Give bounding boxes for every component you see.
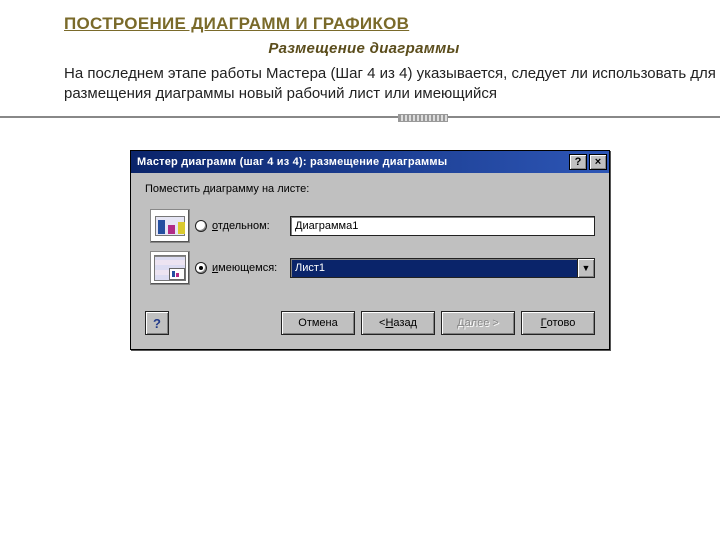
- help-button[interactable]: ?: [145, 311, 169, 335]
- back-button[interactable]: < Назад: [361, 311, 435, 335]
- radio-existing-sheet[interactable]: имеющемся:: [195, 262, 290, 274]
- radio-separate-label: отдельном:: [212, 220, 270, 232]
- option-row-existing: имеющемся: Лист1 ▼: [145, 247, 595, 289]
- separator: [0, 114, 720, 128]
- next-button: Далее >: [441, 311, 515, 335]
- page-subheading: Размещение диаграммы: [64, 40, 664, 57]
- combobox-dropdown-button[interactable]: ▼: [577, 258, 595, 278]
- placement-group-label: Поместить диаграмму на листе:: [145, 183, 595, 195]
- titlebar-help-button[interactable]: ?: [569, 154, 587, 170]
- separate-sheet-name-input[interactable]: Диаграмма1: [290, 216, 595, 236]
- worksheet-icon: [150, 251, 190, 285]
- existing-sheet-combobox[interactable]: Лист1: [290, 258, 577, 278]
- page-body-text: На последнем этапе работы Мастера (Шаг 4…: [64, 64, 720, 103]
- option-row-separate: отдельном: Диаграмма1: [145, 205, 595, 247]
- chart-sheet-icon: [150, 209, 190, 243]
- radio-separate-sheet[interactable]: отдельном:: [195, 220, 290, 232]
- radio-existing-label: имеющемся:: [212, 262, 277, 274]
- resize-grip-icon: [398, 114, 448, 122]
- dialog-title: Мастер диаграмм (шаг 4 из 4): размещение…: [137, 156, 567, 168]
- cancel-button[interactable]: Отмена: [281, 311, 355, 335]
- chart-wizard-dialog: Мастер диаграмм (шаг 4 из 4): размещение…: [130, 150, 610, 350]
- finish-button[interactable]: Готово: [521, 311, 595, 335]
- radio-icon: [195, 220, 207, 232]
- titlebar-close-button[interactable]: ×: [589, 154, 607, 170]
- page-heading: ПОСТРОЕНИЕ ДИАГРАММ И ГРАФИКОВ: [64, 14, 409, 34]
- dialog-titlebar[interactable]: Мастер диаграмм (шаг 4 из 4): размещение…: [131, 151, 609, 173]
- radio-icon: [195, 262, 207, 274]
